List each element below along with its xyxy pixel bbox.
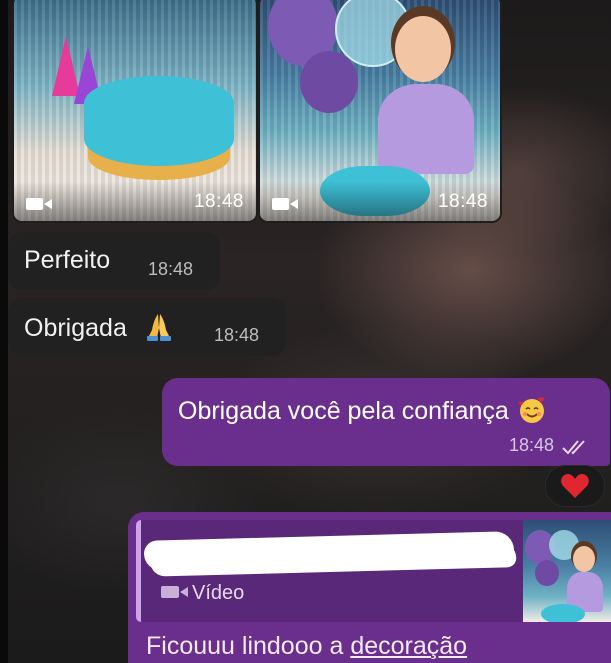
media-footer: 18:48 <box>14 181 256 221</box>
reply-text-prefix: Ficouuu lindooo a <box>146 632 351 660</box>
girl-dress <box>378 84 474 174</box>
double-check-icon <box>562 440 585 455</box>
message-text: Perfeito <box>24 246 111 274</box>
cake-image <box>84 76 234 166</box>
media-time: 18:48 <box>437 191 488 212</box>
balloon <box>535 560 559 586</box>
outgoing-message[interactable]: Obrigada você pela confiança 18:48 <box>162 378 610 466</box>
video-icon <box>161 586 188 598</box>
girl-figure <box>573 546 595 572</box>
balloon <box>300 51 358 113</box>
media-footer: 18:48 <box>260 181 500 221</box>
quoted-thumbnail <box>523 520 611 622</box>
reaction-badge[interactable] <box>545 465 605 507</box>
heart-icon <box>561 474 589 498</box>
message-time: 18:48 <box>508 435 554 455</box>
quoted-label: Vídeo <box>192 582 245 604</box>
message-time: 18:48 <box>214 325 260 345</box>
reply-text: Ficouuu lindooo a decoração <box>146 632 467 661</box>
message-text-wrap: Obrigada você pela confiança <box>178 396 546 426</box>
media-thumbnail-cake[interactable]: 18:48 <box>12 0 258 223</box>
video-icon <box>272 198 298 210</box>
video-icon <box>26 198 52 210</box>
message-text: Obrigada <box>24 314 127 342</box>
smiling-face-with-hearts-icon <box>518 397 544 423</box>
reply-message[interactable]: Vídeo Ficouuu lindooo a decoração <box>128 512 611 663</box>
incoming-message[interactable]: Perfeito 18:48 <box>8 232 220 290</box>
quoted-message[interactable]: Vídeo <box>136 520 611 622</box>
media-thumbnail-girl[interactable]: 18:48 <box>258 0 502 223</box>
redacted-name <box>143 531 515 571</box>
media-time: 18:48 <box>193 191 244 212</box>
cake-image <box>541 604 585 622</box>
folded-hands-icon <box>146 314 171 341</box>
window-edge <box>0 0 8 663</box>
girl-figure <box>395 16 451 82</box>
message-text: Obrigada você pela confiança <box>178 397 509 425</box>
reply-text-underlined: decoração <box>350 632 468 660</box>
quote-bar <box>136 520 141 622</box>
message-time: 18:48 <box>148 259 194 279</box>
incoming-message[interactable]: Obrigada 18:48 <box>8 298 286 356</box>
message-text-wrap: Obrigada <box>24 312 174 343</box>
